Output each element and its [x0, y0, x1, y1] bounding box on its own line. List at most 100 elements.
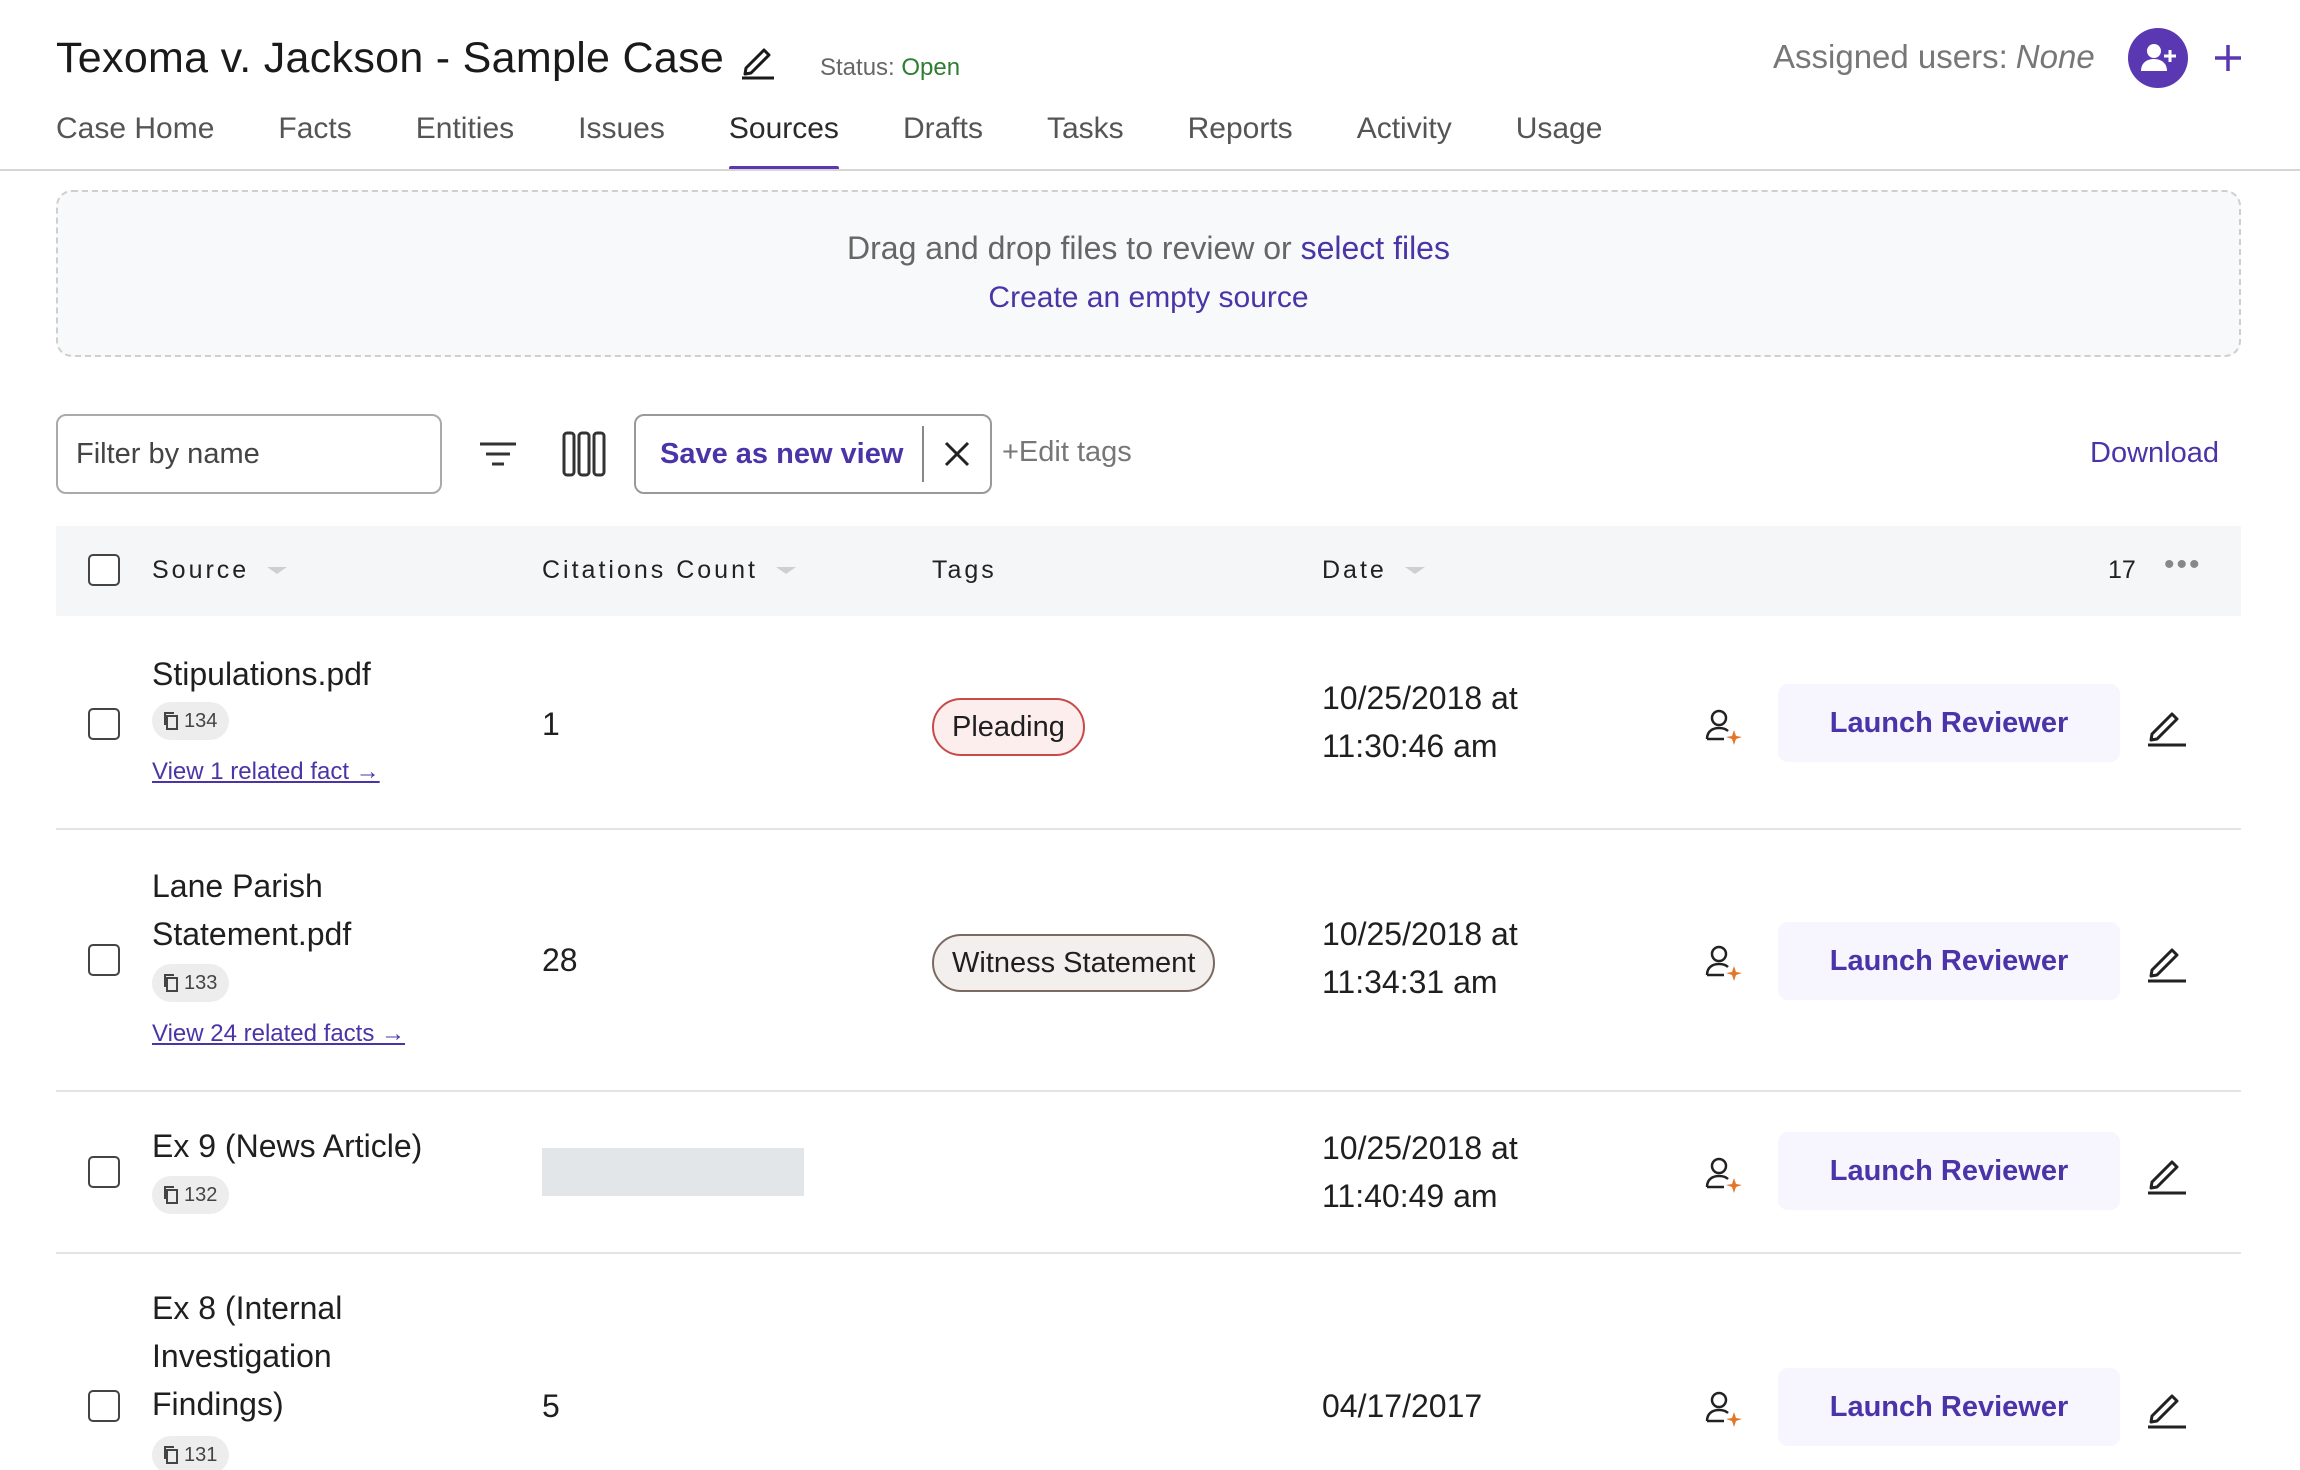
- document-id: 131: [184, 1443, 218, 1466]
- source-name-line: Lane Parish: [152, 868, 323, 904]
- assign-reviewer-icon[interactable]: [1704, 1388, 1744, 1428]
- source-count: 17: [2108, 556, 2136, 584]
- column-tags-label: Tags: [932, 556, 997, 584]
- edit-tags-button[interactable]: +Edit tags: [1002, 436, 1132, 469]
- launch-reviewer-button[interactable]: Launch Reviewer: [1778, 684, 2120, 762]
- column-source-header[interactable]: Source: [152, 556, 288, 585]
- tab-facts[interactable]: Facts: [278, 112, 351, 170]
- citations-count: 1: [542, 706, 560, 742]
- add-user-icon: [2141, 44, 2176, 71]
- copy-icon: [164, 1446, 178, 1464]
- source-name[interactable]: Stipulations.pdf: [152, 650, 371, 698]
- document-id: 134: [184, 709, 218, 732]
- document-id-badge: 133: [152, 964, 230, 1002]
- plus-icon: [2215, 45, 2241, 71]
- source-name[interactable]: Lane Parish Statement.pdf: [152, 862, 351, 958]
- download-button[interactable]: Download: [2090, 437, 2219, 470]
- filter-icon: [480, 442, 516, 466]
- save-as-new-view-button[interactable]: Save as new view: [636, 438, 922, 471]
- source-date: 04/17/2017: [1322, 1382, 1482, 1430]
- launch-reviewer-button[interactable]: Launch Reviewer: [1778, 1132, 2120, 1210]
- document-id-badge: 132: [152, 1176, 230, 1214]
- assigned-users-label: Assigned users:: [1773, 38, 2008, 75]
- edit-source-icon[interactable]: [2142, 1382, 2190, 1430]
- row-checkbox[interactable]: [88, 708, 120, 740]
- column-date-label: Date: [1322, 556, 1387, 584]
- select-all-checkbox[interactable]: [88, 554, 120, 586]
- date-line: 10/25/2018 at: [1322, 680, 1518, 716]
- tab-reports[interactable]: Reports: [1188, 112, 1293, 170]
- citations-count: 28: [542, 942, 578, 978]
- document-id-badge: 131: [152, 1436, 230, 1470]
- assigned-users: Assigned users: None: [1773, 38, 2095, 76]
- source-name-line: Ex 9 (News Article): [152, 1128, 423, 1164]
- tab-tasks[interactable]: Tasks: [1047, 112, 1124, 170]
- time-line: 11:34:31 am: [1322, 964, 1498, 1000]
- clear-view-button[interactable]: [924, 416, 990, 492]
- column-source-label: Source: [152, 556, 250, 584]
- create-empty-source-link[interactable]: Create an empty source: [58, 281, 2239, 315]
- source-name-line: Findings): [152, 1386, 284, 1422]
- edit-source-icon[interactable]: [2142, 700, 2190, 748]
- dropzone-text: Drag and drop files to review or: [847, 230, 1292, 266]
- tag-badge: Pleading: [932, 698, 1085, 756]
- file-dropzone[interactable]: Drag and drop files to review or select …: [56, 190, 2241, 357]
- case-status: Status: Open: [820, 54, 960, 82]
- citations-loading-placeholder: [542, 1148, 804, 1196]
- tab-activity[interactable]: Activity: [1357, 112, 1452, 170]
- assign-reviewer-icon[interactable]: [1704, 706, 1744, 746]
- add-user-plus-button[interactable]: [2206, 36, 2250, 80]
- source-date: 10/25/2018 at 11:34:31 am: [1322, 910, 1518, 1006]
- filter-button[interactable]: [474, 430, 522, 478]
- table-row: Ex 9 (News Article) 132 10/25/2018 at 11…: [56, 1092, 2241, 1254]
- date-line: 04/17/2017: [1322, 1388, 1483, 1424]
- add-assigned-user-button[interactable]: [2128, 28, 2188, 88]
- related-facts-link[interactable]: View 1 related fact →: [152, 758, 380, 786]
- status-value: Open: [901, 54, 961, 81]
- row-checkbox[interactable]: [88, 1156, 120, 1188]
- document-id: 133: [184, 971, 218, 994]
- filter-by-name-input[interactable]: [56, 414, 442, 494]
- assign-reviewer-icon[interactable]: [1704, 1154, 1744, 1194]
- copy-icon: [164, 1186, 178, 1204]
- edit-source-icon[interactable]: [2142, 936, 2190, 984]
- dropzone-text-line: Drag and drop files to review or select …: [58, 230, 2239, 267]
- tab-entities[interactable]: Entities: [416, 112, 514, 170]
- case-title: Texoma v. Jackson - Sample Case: [56, 34, 725, 82]
- source-name[interactable]: Ex 8 (Internal Investigation Findings): [152, 1284, 342, 1428]
- more-options-button[interactable]: •••: [2164, 548, 2202, 582]
- date-line: 10/25/2018 at: [1322, 916, 1518, 952]
- row-checkbox[interactable]: [88, 944, 120, 976]
- column-tags-header: Tags: [932, 556, 997, 585]
- sort-caret-icon: [1404, 567, 1425, 574]
- row-checkbox[interactable]: [88, 1390, 120, 1422]
- source-date: 10/25/2018 at 11:30:46 am: [1322, 674, 1518, 770]
- launch-reviewer-button[interactable]: Launch Reviewer: [1778, 1368, 2120, 1446]
- column-citations-header[interactable]: Citations Count: [542, 556, 796, 585]
- save-view-group: Save as new view: [634, 414, 992, 494]
- edit-case-title-button[interactable]: [740, 40, 776, 80]
- table-row: Ex 8 (Internal Investigation Findings) 1…: [56, 1254, 2241, 1470]
- launch-reviewer-button[interactable]: Launch Reviewer: [1778, 922, 2120, 1000]
- source-name-line: Stipulations.pdf: [152, 656, 371, 692]
- tab-sources[interactable]: Sources: [728, 112, 839, 170]
- edit-source-icon[interactable]: [2142, 1148, 2190, 1196]
- table-row: Stipulations.pdf 134 View 1 related fact…: [56, 616, 2241, 830]
- time-line: 11:30:46 am: [1322, 728, 1498, 764]
- select-files-link[interactable]: select files: [1301, 230, 1450, 266]
- related-facts-link[interactable]: View 24 related facts →: [152, 1020, 405, 1048]
- document-id-badge: 134: [152, 702, 230, 740]
- case-tabs: Case Home Facts Entities Issues Sources …: [56, 112, 1666, 170]
- tab-case-home[interactable]: Case Home: [56, 112, 214, 170]
- sort-caret-icon: [775, 567, 796, 574]
- source-name[interactable]: Ex 9 (News Article): [152, 1122, 422, 1170]
- table-header: Source Citations Count Tags Date 17 •••: [56, 526, 2241, 616]
- column-date-header[interactable]: Date: [1322, 556, 1425, 585]
- tab-issues[interactable]: Issues: [578, 112, 665, 170]
- columns-button[interactable]: [560, 430, 608, 478]
- tab-usage[interactable]: Usage: [1516, 112, 1603, 170]
- table-row: Lane Parish Statement.pdf 133 View 24 re…: [56, 830, 2241, 1092]
- assign-reviewer-icon[interactable]: [1704, 942, 1744, 982]
- time-line: 11:40:49 am: [1322, 1178, 1498, 1214]
- tab-drafts[interactable]: Drafts: [903, 112, 983, 170]
